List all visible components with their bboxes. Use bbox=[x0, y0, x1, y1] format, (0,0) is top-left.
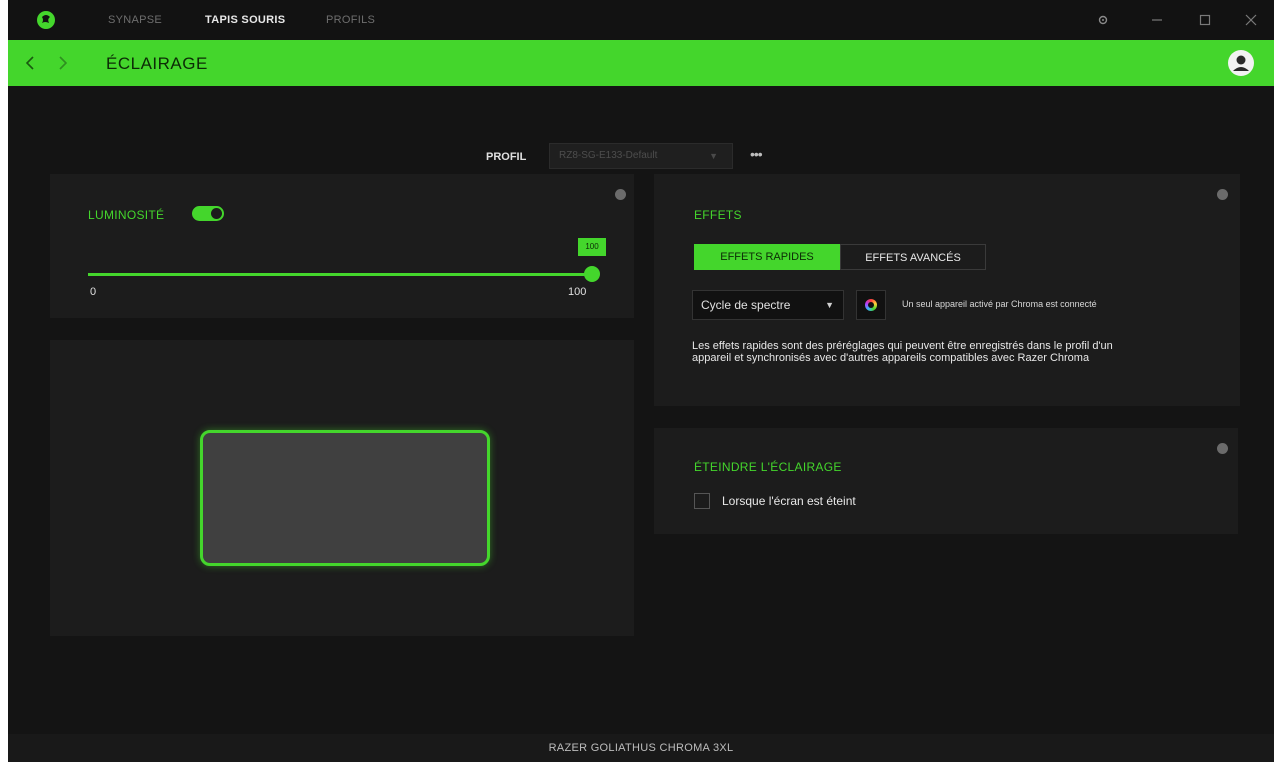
device-name: RAZER GOLIATHUS CHROMA 3XL bbox=[548, 742, 734, 754]
help-icon[interactable] bbox=[615, 189, 626, 200]
chevron-right-icon[interactable] bbox=[56, 54, 70, 72]
brightness-slider-track[interactable] bbox=[88, 273, 592, 276]
screen-off-checkbox[interactable] bbox=[694, 493, 710, 509]
tab-profils[interactable]: PROFILS bbox=[326, 14, 375, 26]
close-icon[interactable] bbox=[1242, 11, 1260, 29]
tab-tapis-souris[interactable]: TAPIS SOURIS bbox=[205, 14, 285, 26]
page-title: ÉCLAIRAGE bbox=[106, 54, 208, 73]
tab-synapse[interactable]: SYNAPSE bbox=[108, 14, 162, 26]
profile-selected-value: RZ8-SG-E133-Default bbox=[559, 150, 658, 161]
tab-advanced-effects[interactable]: EFFETS AVANCÉS bbox=[840, 244, 986, 270]
title-bar: SYNAPSE TAPIS SOURIS PROFILS bbox=[8, 0, 1274, 40]
chevron-down-icon: ▼ bbox=[709, 151, 718, 161]
chroma-icon bbox=[865, 299, 877, 311]
chevron-down-icon: ▼ bbox=[825, 300, 834, 310]
slider-max-label: 100 bbox=[568, 286, 587, 298]
maximize-icon[interactable] bbox=[1196, 11, 1214, 29]
synapse-window: SYNAPSE TAPIS SOURIS PROFILS ÉCLAIRAGE P… bbox=[8, 0, 1274, 762]
brightness-value-badge: 100 bbox=[578, 238, 606, 256]
more-options-button[interactable]: ••• bbox=[750, 146, 763, 162]
profile-label: PROFIL bbox=[486, 151, 527, 163]
lighting-off-title: ÉTEINDRE L'ÉCLAIRAGE bbox=[694, 460, 842, 474]
brightness-label: LUMINOSITÉ bbox=[88, 208, 165, 222]
minimize-icon[interactable] bbox=[1148, 11, 1166, 29]
brightness-toggle[interactable] bbox=[192, 206, 224, 221]
razer-snake-icon[interactable] bbox=[36, 10, 56, 30]
chevron-left-icon[interactable] bbox=[23, 54, 37, 72]
chroma-connect-button[interactable] bbox=[856, 290, 886, 320]
effect-dropdown[interactable]: Cycle de spectre ▼ bbox=[692, 290, 844, 320]
help-icon[interactable] bbox=[1217, 189, 1228, 200]
tab-quick-effects[interactable]: EFFETS RAPIDES bbox=[694, 244, 840, 270]
mousepad-preview bbox=[200, 430, 490, 566]
effect-selected-value: Cycle de spectre bbox=[701, 298, 791, 312]
help-icon[interactable] bbox=[1217, 443, 1228, 454]
screen-off-label: Lorsque l'écran est éteint bbox=[722, 494, 856, 508]
profile-dropdown[interactable]: RZ8-SG-E133-Default ▼ bbox=[549, 143, 733, 169]
chroma-status-text: Un seul appareil activé par Chroma est c… bbox=[902, 299, 1097, 309]
effects-description: Les effets rapides sont des préréglages … bbox=[692, 340, 1113, 364]
settings-icon[interactable] bbox=[1094, 11, 1112, 29]
page-header: ÉCLAIRAGE bbox=[8, 40, 1274, 86]
effects-title: EFFETS bbox=[694, 208, 742, 222]
brightness-panel bbox=[50, 174, 634, 318]
brightness-slider-handle[interactable] bbox=[584, 266, 600, 282]
slider-min-label: 0 bbox=[90, 286, 97, 298]
user-avatar-icon[interactable] bbox=[1228, 50, 1254, 76]
lighting-off-panel bbox=[654, 428, 1238, 534]
